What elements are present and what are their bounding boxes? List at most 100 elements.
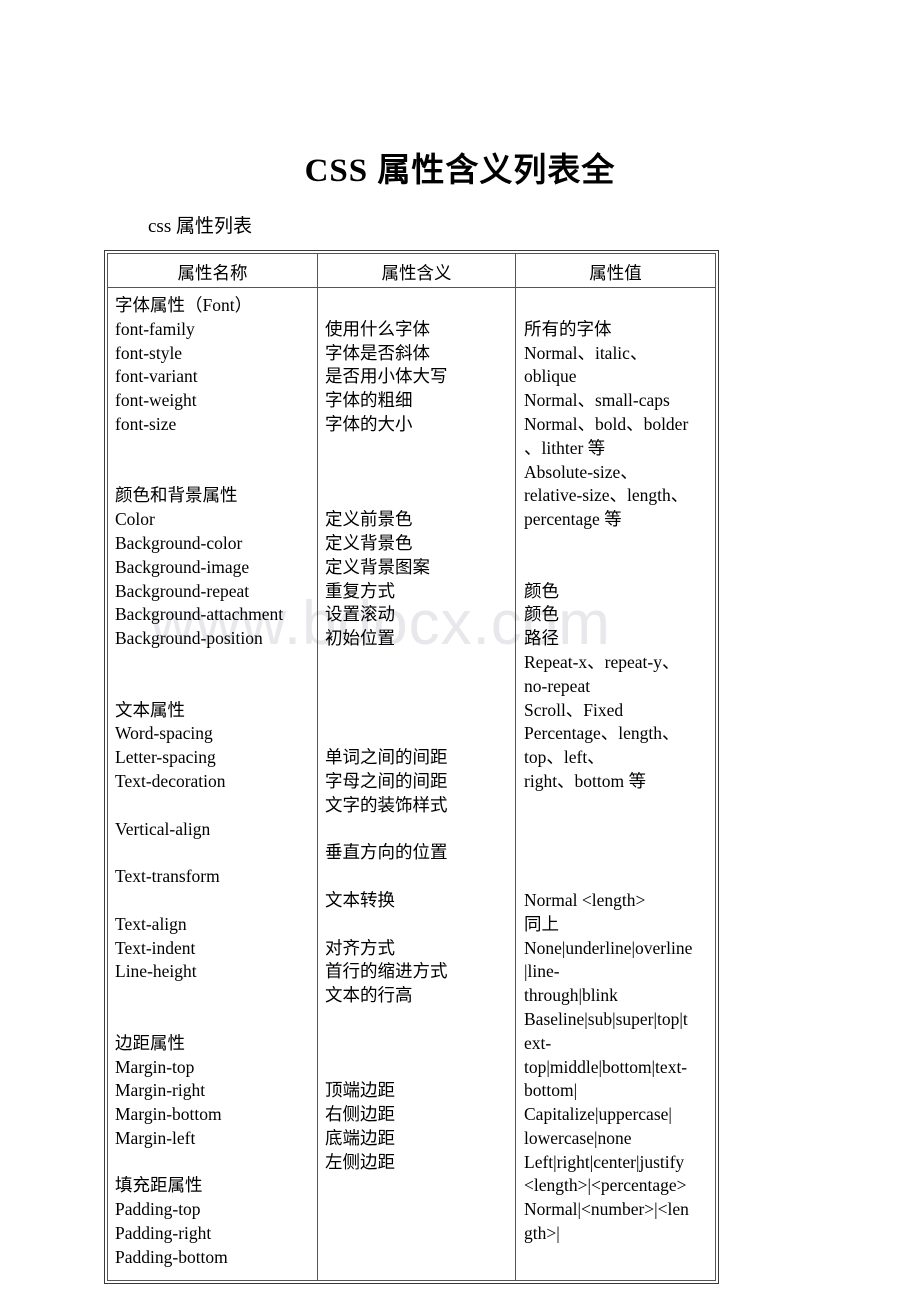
table-header-cell-property-meaning: 属性含义 <box>317 253 516 288</box>
column-header-label-2: 属性含义 <box>381 263 452 283</box>
property-name-spacer <box>115 984 310 1008</box>
property-meaning-list: 使用什么字体 字体是否斜体 是否用小体大写 字体的粗细 字体的大小 定义前景色 定义背景色… <box>318 288 515 1184</box>
property-value-line: gth>| <box>524 1223 560 1244</box>
property-name-line: 字体属性（Font） <box>115 295 253 315</box>
column-header-label-3: 属性值 <box>589 263 642 283</box>
property-meaning-line: 单词之间的间距 <box>325 747 448 768</box>
property-meaning-line: 底端边距 <box>325 1127 395 1148</box>
property-meaning-spacer <box>325 818 508 842</box>
property-name-line: font-size <box>115 413 177 434</box>
property-value-line: Capitalize|uppercase| <box>524 1104 672 1125</box>
property-value-line: Absolute-size、 <box>524 461 638 482</box>
property-value-line: 同上 <box>524 913 559 934</box>
property-meaning-spacer <box>325 913 508 937</box>
table-cell-property-values: 所有的字体 Normal、italic、 oblique Normal、small-c… <box>515 287 716 1281</box>
property-name-line: Background-color <box>115 532 243 553</box>
property-meaning-line: 是否用小体大写 <box>325 366 448 387</box>
property-name-line: font-style <box>115 342 183 363</box>
property-name-spacer <box>115 437 310 461</box>
property-meaning-spacer <box>325 1008 508 1032</box>
property-value-line: top|middle|bottom|text- <box>524 1056 688 1077</box>
property-meaning-line: 字体是否斜体 <box>325 342 430 363</box>
page-title: CSS 属性含义列表全 <box>304 153 616 189</box>
property-value-line: percentage 等 <box>524 509 622 530</box>
property-value-line: Baseline|sub|super|top|t <box>524 1008 688 1029</box>
property-meaning-spacer <box>325 437 508 461</box>
property-value-line: None|underline|overline <box>524 937 693 958</box>
property-value-line: Percentage、length、 <box>524 723 680 744</box>
property-meaning-line: 定义前景色 <box>325 509 413 530</box>
property-meaning-spacer <box>325 699 508 723</box>
property-meaning-line: 顶端边距 <box>325 1080 395 1101</box>
property-value-line: Normal|<number>|<len <box>524 1199 689 1220</box>
property-name-line: Background-attachment <box>115 604 284 625</box>
property-value-line: |line- <box>524 961 560 982</box>
property-meaning-line: 初始位置 <box>325 628 395 649</box>
property-meaning-line: 文字的装饰样式 <box>325 794 448 815</box>
property-meaning-spacer <box>325 1032 508 1056</box>
property-value-line: lowercase|none <box>524 1127 632 1148</box>
css-properties-table-wrapper: 属性名称 属性含义 属性值 字体属性（Font） font-family font-… <box>104 250 719 1284</box>
css-properties-table: 属性名称 属性含义 属性值 字体属性（Font） font-family font-… <box>104 250 719 1284</box>
property-name-line: 填充距属性 <box>115 1175 203 1196</box>
property-value-line: ext- <box>524 1032 552 1053</box>
property-value-line: 颜色 <box>524 580 559 601</box>
property-value-spacer <box>524 841 708 865</box>
property-name-line: Padding-top <box>115 1199 201 1220</box>
property-name-line: Text-decoration <box>115 770 226 791</box>
property-name-spacer <box>115 794 310 818</box>
property-meaning-line: 定义背景图案 <box>325 556 430 577</box>
property-name-line: Padding-right <box>115 1223 212 1244</box>
document-page: www.bdocx.com CSS 属性含义列表全 css 属性列表 属性名称 … <box>0 0 920 1302</box>
property-value-line: right、bottom 等 <box>524 770 647 791</box>
property-name-line: Line-height <box>115 961 197 982</box>
property-value-spacer <box>524 865 708 889</box>
property-value-spacer <box>524 294 708 318</box>
property-meaning-line: 文本转换 <box>325 889 395 910</box>
property-meaning-line: 字母之间的间距 <box>325 770 448 791</box>
property-name-spacer <box>115 1151 310 1175</box>
property-meaning-line: 对齐方式 <box>325 937 395 958</box>
property-meaning-spacer <box>325 675 508 699</box>
property-name-line: Vertical-align <box>115 818 211 839</box>
table-cell-property-names: 字体属性（Font） font-family font-style font-vari… <box>107 287 318 1281</box>
table-header-cell-property-value: 属性值 <box>515 253 716 288</box>
property-value-line: Repeat-x、repeat-y、 <box>524 651 680 672</box>
property-name-line: Text-align <box>115 913 187 934</box>
property-name-line: font-weight <box>115 390 197 411</box>
property-value-line: no-repeat <box>524 675 591 696</box>
property-value-line: 路径 <box>524 628 559 649</box>
property-meaning-line: 左侧边距 <box>325 1151 395 1172</box>
property-value-list: 所有的字体 Normal、italic、 oblique Normal、small-c… <box>516 288 715 1256</box>
property-value-line: Left|right|center|justify <box>524 1151 685 1172</box>
property-value-line: 所有的字体 <box>524 318 612 339</box>
property-meaning-line: 定义背景色 <box>325 532 413 553</box>
property-value-line: bottom| <box>524 1080 578 1101</box>
property-value-line: 、lithter 等 <box>524 437 606 458</box>
property-value-line: 颜色 <box>524 604 559 625</box>
property-name-line: Margin-right <box>115 1080 206 1101</box>
property-name-line: Word-spacing <box>115 723 213 744</box>
property-name-spacer <box>115 841 310 865</box>
property-name-line: font-family <box>115 318 195 339</box>
page-subtitle: css 属性列表 <box>148 216 252 237</box>
property-name-line: Background-image <box>115 556 250 577</box>
property-name-line: Background-position <box>115 628 263 649</box>
property-name-line: 边距属性 <box>115 1032 185 1053</box>
property-meaning-line: 字体的大小 <box>325 413 413 434</box>
property-meaning-line: 文本的行高 <box>325 985 413 1006</box>
property-name-line: font-variant <box>115 366 198 387</box>
property-meaning-line: 使用什么字体 <box>325 318 430 339</box>
property-meaning-line: 重复方式 <box>325 580 395 601</box>
property-meaning-spacer <box>325 461 508 485</box>
property-value-line: top、left、 <box>524 747 605 768</box>
table-cell-property-meanings: 使用什么字体 字体是否斜体 是否用小体大写 字体的粗细 字体的大小 定义前景色 定义背景色… <box>317 287 516 1281</box>
property-name-line: Margin-bottom <box>115 1104 222 1125</box>
property-name-spacer <box>115 889 310 913</box>
property-name-spacer <box>115 461 310 485</box>
property-value-spacer <box>524 532 708 556</box>
property-name-line: Margin-top <box>115 1056 195 1077</box>
property-value-line: relative-size、length、 <box>524 485 689 506</box>
property-name-line: Text-indent <box>115 937 196 958</box>
property-meaning-spacer <box>325 865 508 889</box>
